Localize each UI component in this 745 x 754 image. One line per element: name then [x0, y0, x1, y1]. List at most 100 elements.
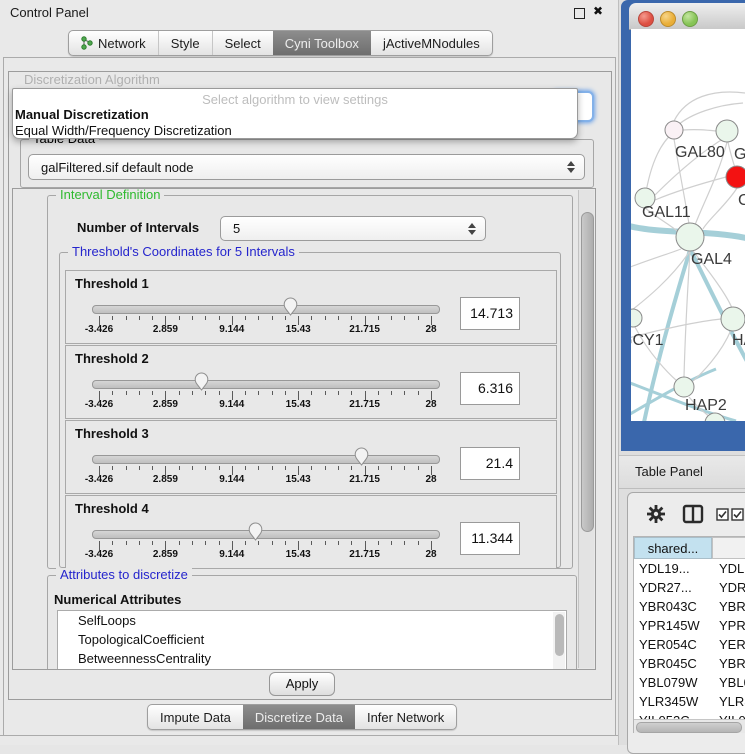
- table-row[interactable]: YDL19... YDL1...: [634, 559, 745, 578]
- threshold-value-input[interactable]: 21.4: [460, 447, 520, 480]
- network-canvas[interactable]: GAL80GACYGAL11GAL4HAGCY1HAP2: [631, 29, 745, 421]
- table-row[interactable]: YDR27... YDR2...: [634, 578, 745, 597]
- node-gal80[interactable]: [665, 121, 683, 139]
- list-scrollbar-thumb[interactable]: [555, 614, 564, 656]
- cell-name[interactable]: YDR2...: [719, 578, 745, 597]
- minimize-window-icon[interactable]: [660, 11, 676, 27]
- cell-shared-name[interactable]: YDL19...: [639, 559, 709, 578]
- tab-network[interactable]: Network: [69, 31, 158, 55]
- node-gal4[interactable]: [676, 223, 704, 251]
- node-hnode[interactable]: [721, 307, 745, 331]
- cell-shared-name[interactable]: YLR345W: [639, 692, 709, 711]
- network-graph[interactable]: GAL80GACYGAL11GAL4HAGCY1HAP2: [631, 29, 745, 421]
- gear-icon[interactable]: [646, 504, 666, 524]
- table-data-combo[interactable]: galFiltered.sif default node: [28, 154, 585, 180]
- edge[interactable]: [683, 130, 716, 131]
- number-of-intervals-label: Number of Intervals: [77, 220, 199, 235]
- zoom-window-icon[interactable]: [682, 11, 698, 27]
- node-table: shared... n... YDL19...YDL1...YDR27...YD…: [633, 536, 745, 733]
- table-row[interactable]: YER054C YER0...: [634, 635, 745, 654]
- tick-label: 28: [406, 474, 456, 485]
- number-of-intervals-combo[interactable]: 5: [220, 216, 486, 241]
- slider-thumb[interactable]: [354, 447, 369, 466]
- threshold-value-input[interactable]: 14.713: [460, 297, 520, 330]
- horizontal-scrollbar-thumb[interactable]: [636, 722, 742, 733]
- column-header-name[interactable]: n...: [712, 537, 745, 559]
- tick-label: 21.715: [340, 549, 390, 560]
- threshold-value-input[interactable]: 11.344: [460, 522, 520, 555]
- tick-label: -3.426: [74, 399, 124, 410]
- cell-shared-name[interactable]: YBR043C: [639, 597, 709, 616]
- network-window-titlebar[interactable]: [629, 3, 745, 30]
- table-row[interactable]: YBR043C YBR0...: [634, 597, 745, 616]
- dropdown-hint-text: Select algorithm to view settings: [13, 92, 577, 107]
- checkbox-icon[interactable]: [731, 508, 744, 521]
- tab-discretize-data[interactable]: Discretize Data: [243, 705, 355, 729]
- table-row[interactable]: YBL079W YBL0...: [634, 673, 745, 692]
- node-bnode[interactable]: [705, 413, 725, 421]
- attributes-group-title: Attributes to discretize: [56, 568, 192, 582]
- edge[interactable]: [631, 249, 681, 269]
- attribute-item-betweennesscentrality[interactable]: BetweennessCentrality: [58, 649, 566, 668]
- horizontal-scrollbar[interactable]: [634, 719, 745, 733]
- slider-thumb[interactable]: [194, 372, 209, 391]
- thresholds-group: Threshold's Coordinates for 5 Intervals …: [59, 252, 561, 568]
- table-panel-title: Table Panel: [635, 464, 703, 479]
- cell-name[interactable]: YDL1...: [719, 559, 745, 578]
- cell-name[interactable]: YBR0...: [719, 654, 745, 673]
- tick-label: 28: [406, 549, 456, 560]
- edge[interactable]: [655, 177, 726, 200]
- control-panel-titlebar: Control Panel ✖: [0, 0, 618, 24]
- cell-name[interactable]: YPR1...: [719, 616, 745, 635]
- cell-name[interactable]: YER0...: [719, 635, 745, 654]
- node-hap2[interactable]: [674, 377, 694, 397]
- cell-shared-name[interactable]: YBR045C: [639, 654, 709, 673]
- tab-select[interactable]: Select: [212, 31, 273, 55]
- slider-thumb[interactable]: [248, 522, 263, 541]
- slider-track[interactable]: [92, 380, 440, 389]
- attribute-item-selfloops[interactable]: SelfLoops: [58, 611, 566, 630]
- apply-button[interactable]: Apply: [269, 672, 335, 696]
- cell-name[interactable]: YBR0...: [719, 597, 745, 616]
- numerical-attributes-list[interactable]: SelfLoopsTopologicalCoefficientBetweenne…: [57, 610, 567, 670]
- tab-cyni-toolbox[interactable]: Cyni Toolbox: [273, 31, 371, 55]
- algorithm-option-manual-discretization[interactable]: Manual Discretization: [15, 107, 568, 122]
- checkbox-icon[interactable]: [716, 508, 729, 521]
- node-red[interactable]: [726, 166, 745, 188]
- slider-track[interactable]: [92, 455, 440, 464]
- threshold-value-input[interactable]: 6.316: [460, 372, 520, 405]
- vertical-scrollbar-thumb[interactable]: [581, 212, 594, 532]
- edge[interactable]: [674, 92, 745, 121]
- slider-thumb[interactable]: [283, 297, 298, 316]
- cell-name[interactable]: YBL0...: [719, 673, 745, 692]
- tab-style[interactable]: Style: [158, 31, 212, 55]
- table-row[interactable]: YBR045C YBR0...: [634, 654, 745, 673]
- slider-track[interactable]: [92, 305, 440, 314]
- list-scrollbar[interactable]: [553, 612, 565, 670]
- cell-shared-name[interactable]: YDR27...: [639, 578, 709, 597]
- node-label-hnode: HA: [732, 332, 745, 349]
- edge[interactable]: [693, 330, 731, 381]
- slider-track[interactable]: [92, 530, 440, 539]
- discretization-algorithm-group-title: Discretization Algorithm: [24, 72, 160, 87]
- tab-impute-data[interactable]: Impute Data: [148, 705, 243, 729]
- float-window-icon[interactable]: [574, 8, 585, 19]
- tab-jactivemnodules[interactable]: jActiveMNodules: [371, 31, 492, 55]
- tab-infer-network[interactable]: Infer Network: [355, 705, 456, 729]
- node-gcy1[interactable]: [631, 309, 642, 327]
- node-gal3[interactable]: [716, 120, 738, 142]
- column-header-shared-name[interactable]: shared...: [634, 537, 712, 559]
- attribute-item-topologicalcoefficient[interactable]: TopologicalCoefficient: [58, 630, 566, 649]
- cell-shared-name[interactable]: YER054C: [639, 635, 709, 654]
- table-row[interactable]: YLR345W YLR3...: [634, 692, 745, 711]
- cell-shared-name[interactable]: YBL079W: [639, 673, 709, 692]
- column-view-icon[interactable]: [682, 504, 704, 524]
- close-icon[interactable]: ✖: [593, 4, 603, 18]
- vertical-scrollbar[interactable]: [578, 190, 594, 668]
- close-window-icon[interactable]: [638, 11, 654, 27]
- table-row[interactable]: YPR145W YPR1...: [634, 616, 745, 635]
- cell-shared-name[interactable]: YPR145W: [639, 616, 709, 635]
- edge[interactable]: [645, 133, 673, 198]
- cell-name[interactable]: YLR3...: [719, 692, 745, 711]
- algorithm-option-equal-width-frequency-discretization[interactable]: Equal Width/Frequency Discretization: [15, 123, 568, 138]
